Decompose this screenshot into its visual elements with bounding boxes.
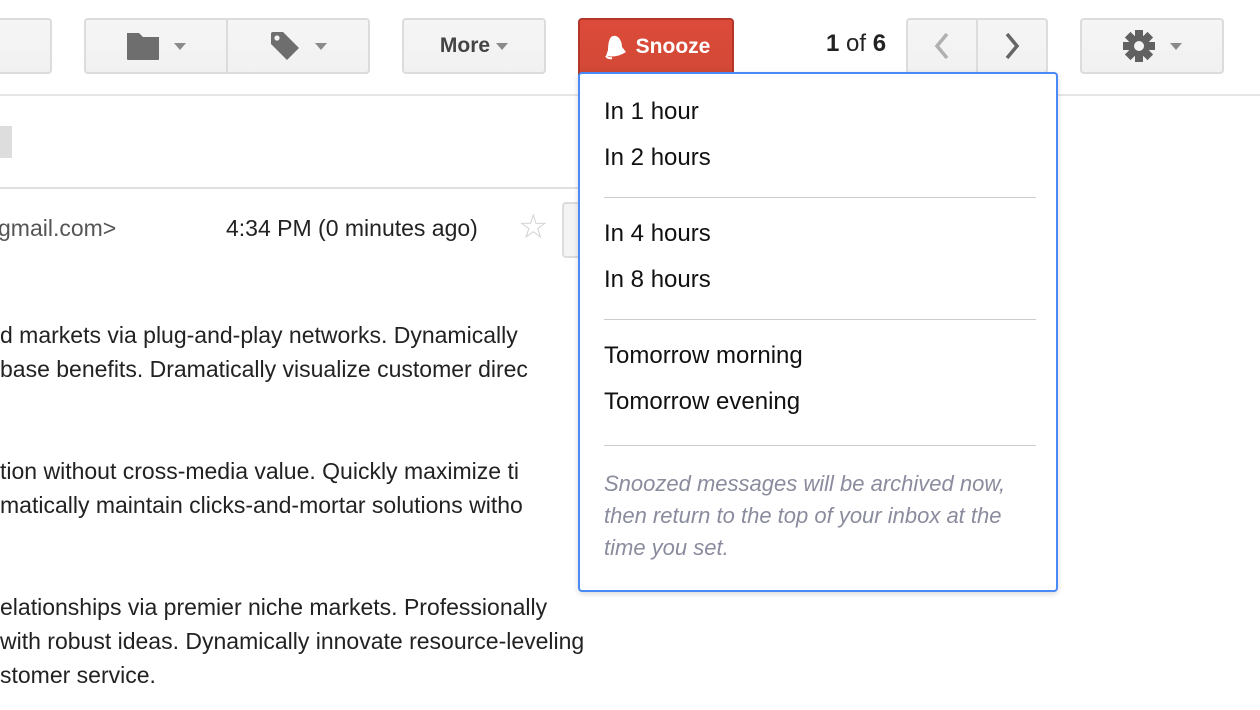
more-label: More [439, 34, 491, 57]
snooze-option-tomorrow-evening[interactable]: Tomorrow evening [604, 388, 800, 416]
labels-button[interactable] [226, 20, 368, 72]
more-button[interactable]: More [402, 18, 546, 74]
body-line: stomer service. [0, 662, 156, 688]
tag-icon [271, 32, 299, 60]
bell-icon [604, 35, 626, 60]
star-icon[interactable]: ☆ [518, 210, 548, 244]
chevron-left-icon [934, 32, 949, 60]
body-line: with robust ideas. Dynamically innovate … [0, 628, 585, 654]
older-button[interactable] [976, 20, 1046, 72]
settings-button[interactable] [1080, 18, 1224, 74]
move-label-button-group [84, 18, 370, 74]
snooze-option-1-hour[interactable]: In 1 hour [604, 98, 699, 126]
chevron-down-icon [174, 42, 186, 50]
body-line: tion without cross-media value. Quickly … [0, 458, 519, 484]
menu-separator [604, 197, 1036, 198]
chevron-down-icon [1170, 42, 1182, 50]
partial-toolbar-button[interactable] [0, 18, 52, 74]
message-timestamp: 4:34 PM (0 minutes ago) [226, 215, 478, 241]
pager-total: 6 [872, 30, 887, 57]
snooze-label: Snooze [635, 35, 711, 58]
pager-count: 1 of 6 [826, 30, 886, 58]
menu-separator [604, 445, 1036, 446]
pager-nav-group [906, 18, 1048, 74]
snooze-menu: In 1 hour In 2 hours In 4 hours In 8 hou… [578, 72, 1058, 592]
body-line: elationships via premier niche markets. … [0, 594, 548, 620]
chevron-right-icon [1005, 32, 1020, 60]
subject-label-chip[interactable] [0, 126, 12, 158]
newer-button[interactable] [908, 20, 976, 72]
snooze-option-2-hours[interactable]: In 2 hours [604, 144, 711, 172]
chevron-down-icon [315, 42, 327, 50]
snooze-option-tomorrow-morning[interactable]: Tomorrow morning [604, 342, 803, 370]
folder-icon [127, 33, 159, 60]
move-to-button[interactable] [86, 20, 226, 72]
menu-separator [604, 319, 1036, 320]
chevron-down-icon [496, 42, 509, 50]
body-line: d markets via plug-and-play networks. Dy… [0, 322, 518, 348]
body-line: base benefits. Dramatically visualize cu… [0, 356, 528, 382]
sender-email: gmail.com> [0, 215, 117, 241]
header-divider [0, 187, 580, 189]
gear-icon [1123, 30, 1155, 62]
snooze-button[interactable]: Snooze [578, 18, 734, 76]
pager-current: 1 [826, 30, 840, 57]
pager-of: of [846, 30, 867, 57]
snooze-info-note: Snoozed messages will be archived now, t… [604, 471, 1006, 560]
snooze-option-8-hours[interactable]: In 8 hours [604, 266, 711, 294]
body-line: matically maintain clicks-and-mortar sol… [0, 492, 523, 518]
snooze-option-4-hours[interactable]: In 4 hours [604, 220, 711, 248]
